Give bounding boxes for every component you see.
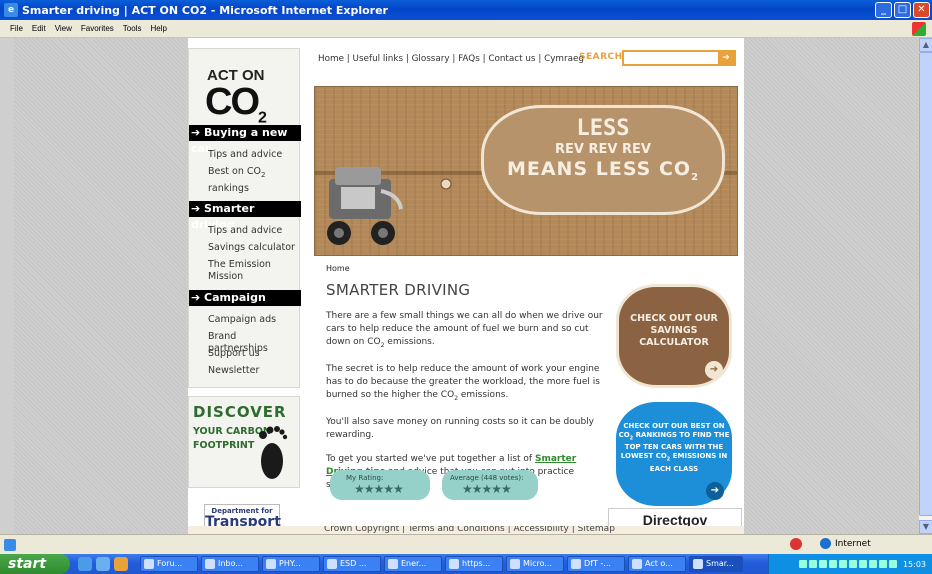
taskbar-item[interactable]: Ener... — [384, 556, 442, 572]
status-bar: Internet — [0, 534, 932, 554]
banner-cloud: LESS REV REV REV MEANS LESS CO2 — [481, 105, 725, 215]
page-title: SMARTER DRIVING — [326, 281, 471, 299]
savings-calculator-promo-text: CHECK OUT OUR SAVINGS CALCULATOR — [630, 313, 718, 348]
paragraph-1: There are a few small things we can all … — [326, 311, 603, 349]
close-button[interactable]: ✕ — [913, 2, 930, 18]
taskbar: start Foru... Inbo... PHY... ESD ... Ene… — [0, 554, 932, 574]
menu-favorites[interactable]: Favorites — [81, 24, 114, 33]
tray-icons[interactable] — [798, 560, 897, 568]
average-rating-widget: Average (448 votes): ★★★★★ — [442, 470, 538, 500]
system-tray: 15:03 — [768, 554, 932, 574]
scroll-up-icon[interactable]: ▲ — [919, 38, 932, 52]
average-rating-label: Average (448 votes): — [450, 474, 524, 482]
paragraph-2: The secret is to help reduce the amount … — [326, 363, 600, 402]
footprint-icon — [259, 426, 288, 479]
arrow-right-icon[interactable]: ➔ — [705, 361, 723, 379]
banner-line1: LESS — [576, 116, 630, 141]
search-go-button[interactable]: ➔ — [718, 52, 734, 64]
clock[interactable]: 15:03 — [903, 560, 926, 569]
engine-car-illustration — [327, 167, 403, 245]
left-navigation: ACT ON CO2 ➔ Buying a new car Tips and a… — [188, 48, 301, 388]
taskbar-item-active[interactable]: Smar... — [689, 556, 743, 572]
window-titlebar: e Smarter driving | ACT ON CO2 - Microso… — [0, 0, 932, 20]
nav-campaign-ads[interactable]: Campaign ads — [208, 314, 276, 326]
minimize-button[interactable]: _ — [875, 2, 892, 18]
nav-smarter-tips[interactable]: Tips and advice — [208, 225, 282, 237]
nav-emission-mission-2[interactable]: Mission — [208, 271, 243, 283]
search-label: SEARCH — [579, 52, 623, 62]
nav-emission-mission[interactable]: The Emission — [208, 259, 271, 271]
nav-newsletter[interactable]: Newsletter — [208, 365, 259, 377]
windows-logo-icon — [912, 22, 926, 36]
menu-bar: File Edit View Favorites Tools Help — [0, 20, 932, 38]
zone-label: Internet — [835, 538, 871, 549]
nav-support-us[interactable]: Support us — [208, 348, 260, 360]
taskbar-item[interactable]: PHY... — [262, 556, 320, 572]
page-footer: Crown Copyright | Terms and Conditions |… — [188, 526, 744, 534]
paragraph-3: You'll also save money on running costs … — [326, 416, 594, 440]
maximize-button[interactable]: □ — [894, 2, 911, 18]
nav-rankings[interactable]: rankings — [208, 183, 249, 195]
page-status-icon — [4, 539, 16, 551]
browser-viewport: ACT ON CO2 ➔ Buying a new car Tips and a… — [14, 38, 918, 534]
taskbar-item[interactable]: DfT -... — [567, 556, 625, 572]
nav-buying-tips[interactable]: Tips and advice — [208, 149, 282, 161]
savings-calculator-promo[interactable]: CHECK OUT OUR SAVINGS CALCULATOR ➔ — [616, 284, 732, 388]
logo-co2[interactable]: CO2 — [205, 81, 267, 128]
security-icon — [790, 538, 802, 550]
taskbar-item[interactable]: Act o... — [628, 556, 686, 572]
discover-line1: DISCOVER — [193, 403, 287, 421]
menu-tools[interactable]: Tools — [123, 24, 142, 33]
footer-links[interactable]: Crown Copyright | Terms and Conditions |… — [324, 526, 615, 534]
scroll-down-icon[interactable]: ▼ — [919, 520, 932, 534]
banner-line3: MEANS LESS CO2 — [506, 158, 700, 183]
nav-best-on-co2[interactable]: Best on CO2 — [208, 166, 266, 181]
menu-file[interactable]: File — [10, 24, 23, 33]
main-content: Home SMARTER DRIVING There are a few sma… — [326, 264, 606, 492]
best-on-co2-promo-text: CHECK OUT OUR BEST ON CO2 RANKINGS TO FI… — [618, 422, 730, 473]
nav-head-buying[interactable]: ➔ Buying a new car — [189, 125, 301, 155]
taskbar-item[interactable]: Foru... — [140, 556, 198, 572]
window-title: Smarter driving | ACT ON CO2 - Microsoft… — [22, 3, 388, 17]
taskbar-item[interactable]: Micro... — [506, 556, 564, 572]
discover-footprint-promo[interactable]: DISCOVER YOUR CARBON FOOTPRINT — [188, 396, 300, 488]
top-links[interactable]: Home | Useful links | Glossary | FAQs | … — [318, 54, 584, 64]
taskbar-item[interactable]: Inbo... — [201, 556, 259, 572]
internet-zone: Internet — [820, 538, 871, 549]
left-edge — [0, 38, 14, 534]
arrow-right-icon[interactable]: ➔ — [706, 482, 724, 500]
quick-launch-ie-icon[interactable] — [78, 557, 92, 571]
ie-icon: e — [4, 3, 18, 17]
banner-line2: REV REV REV — [555, 142, 651, 157]
my-rating-widget[interactable]: My Rating: ★★★★★ — [330, 470, 430, 500]
web-page: ACT ON CO2 ➔ Buying a new car Tips and a… — [188, 38, 744, 534]
quick-launch — [78, 557, 128, 571]
search-input[interactable]: ➔ — [622, 50, 736, 66]
best-on-co2-promo[interactable]: CHECK OUT OUR BEST ON CO2 RANKINGS TO FI… — [616, 402, 732, 506]
nav-head-smarter[interactable]: ➔ Smarter driving — [189, 201, 301, 231]
taskbar-item[interactable]: https... — [445, 556, 503, 572]
my-rating-stars[interactable]: ★★★★★ — [354, 482, 404, 496]
menu-view[interactable]: View — [55, 24, 72, 33]
vertical-scrollbar[interactable]: ▲ ▼ — [918, 38, 932, 534]
cardboard-hole — [440, 178, 452, 190]
quick-launch-ie2-icon[interactable] — [96, 557, 110, 571]
nav-savings-calculator[interactable]: Savings calculator — [208, 242, 295, 254]
breadcrumb[interactable]: Home — [326, 264, 606, 273]
nav-head-campaign[interactable]: ➔ Campaign — [189, 290, 301, 306]
start-button[interactable]: start — [0, 554, 70, 574]
globe-icon — [820, 538, 831, 549]
hero-banner: LESS REV REV REV MEANS LESS CO2 — [314, 86, 738, 256]
quick-launch-outlook-icon[interactable] — [114, 557, 128, 571]
average-rating-stars: ★★★★★ — [462, 482, 512, 496]
menu-help[interactable]: Help — [150, 24, 166, 33]
scrollbar-thumb[interactable] — [919, 52, 932, 516]
menu-edit[interactable]: Edit — [32, 24, 46, 33]
my-rating-label: My Rating: — [346, 474, 384, 482]
taskbar-item[interactable]: ESD ... — [323, 556, 381, 572]
